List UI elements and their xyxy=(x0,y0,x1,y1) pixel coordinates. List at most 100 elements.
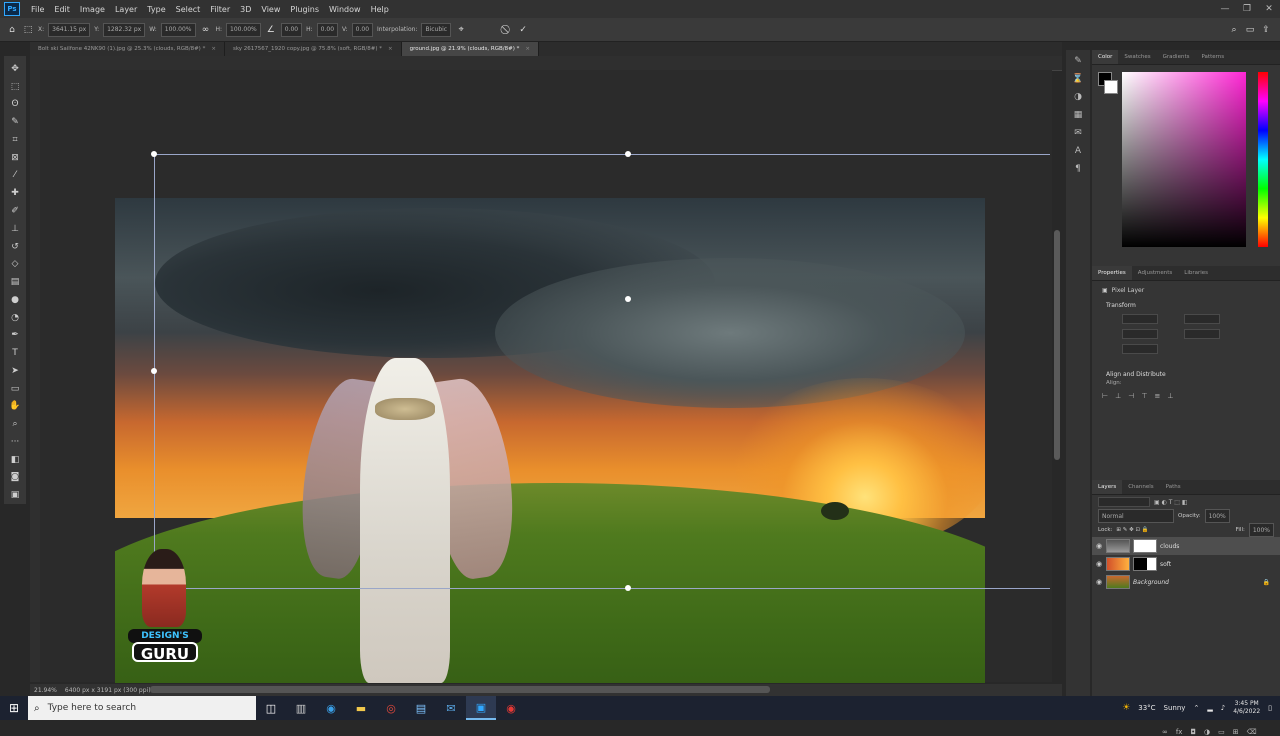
edge-icon[interactable]: ◉ xyxy=(316,696,346,720)
tab-layers[interactable]: Layers xyxy=(1092,480,1123,494)
hand-tool-icon[interactable]: ✋ xyxy=(8,400,22,414)
zoom-level[interactable]: 21.94% xyxy=(34,687,57,694)
quick-mask-icon[interactable]: ◙ xyxy=(8,471,22,485)
notifications-icon[interactable]: ▯ xyxy=(1268,704,1272,712)
stamp-tool-icon[interactable]: ⊥ xyxy=(8,222,22,236)
visibility-eye-icon[interactable]: ◉ xyxy=(1092,578,1106,586)
blur-tool-icon[interactable]: ● xyxy=(8,293,22,307)
volume-icon[interactable]: ♪ xyxy=(1221,704,1225,712)
transform-x-field[interactable] xyxy=(1122,329,1158,339)
menu-view[interactable]: View xyxy=(256,5,285,14)
close-tab-icon[interactable]: × xyxy=(211,46,216,52)
vertical-scrollbar[interactable] xyxy=(1054,230,1060,460)
lasso-tool-icon[interactable]: ʘ xyxy=(8,98,22,112)
tab-properties[interactable]: Properties xyxy=(1092,266,1132,280)
delete-layer-icon[interactable]: ⌫ xyxy=(1247,728,1257,736)
filter-icons[interactable]: ▣ ◐ T ⬚ ◧ xyxy=(1154,499,1188,506)
group-icon[interactable]: ▭ xyxy=(1218,728,1225,736)
layer-row-soft[interactable]: ◉ soft xyxy=(1092,555,1280,573)
align-right-icon[interactable]: ⊣ xyxy=(1128,392,1134,400)
warp-icon[interactable]: ⌖ xyxy=(455,24,467,36)
layer-mask-thumbnail[interactable] xyxy=(1133,557,1157,571)
align-left-icon[interactable]: ⊢ xyxy=(1102,392,1108,400)
share-icon[interactable]: ⇪ xyxy=(1260,24,1272,36)
transform-section-header[interactable]: Transform xyxy=(1092,299,1280,311)
transform-handle-top-center[interactable] xyxy=(625,151,631,157)
blend-mode-select[interactable]: Normal xyxy=(1098,509,1174,523)
crop-tool-icon[interactable]: ⌗ xyxy=(8,133,22,147)
search-icon[interactable]: ⌕ xyxy=(1228,24,1240,36)
color-picker-field[interactable] xyxy=(1122,72,1246,247)
width-field[interactable]: 100.00% xyxy=(160,22,196,37)
dodge-tool-icon[interactable]: ◔ xyxy=(8,311,22,325)
menu-layer[interactable]: Layer xyxy=(110,5,142,14)
tab-libraries[interactable]: Libraries xyxy=(1178,266,1214,280)
tab-document-2[interactable]: sky 2617567_1920 copy.jpg @ 75.8% (soft,… xyxy=(224,42,402,56)
more-tools-icon[interactable]: ··· xyxy=(8,435,22,449)
menu-edit[interactable]: Edit xyxy=(49,5,75,14)
path-select-tool-icon[interactable]: ➤ xyxy=(8,364,22,378)
opacity-field[interactable]: 100% xyxy=(1204,509,1230,523)
height-field[interactable]: 100.00% xyxy=(226,22,261,37)
document-info[interactable]: 6400 px x 3191 px (300 ppi) xyxy=(65,687,151,694)
zoom-tool-icon[interactable]: ⌕ xyxy=(8,417,22,431)
menu-image[interactable]: Image xyxy=(75,5,110,14)
color-swatches-icon[interactable]: ◧ xyxy=(8,453,22,467)
history-icon[interactable]: ⌛ xyxy=(1071,72,1085,86)
minimize-button[interactable]: — xyxy=(1214,4,1236,14)
close-tab-icon[interactable]: × xyxy=(388,46,393,52)
move-tool-icon[interactable]: ✥ xyxy=(8,62,22,76)
cancel-transform-icon[interactable]: ⃠ xyxy=(501,24,513,36)
hue-slider[interactable] xyxy=(1258,72,1268,247)
network-icon[interactable]: ▂ xyxy=(1207,704,1212,712)
weather-temp[interactable]: 33°C xyxy=(1138,704,1155,712)
visibility-eye-icon[interactable]: ◉ xyxy=(1092,542,1106,550)
vskew-field[interactable]: 0.00 xyxy=(351,22,374,37)
align-bottom-icon[interactable]: ⊥ xyxy=(1167,392,1173,400)
new-layer-icon[interactable]: ⊞ xyxy=(1233,728,1239,736)
comments-icon[interactable]: ✉ xyxy=(1071,126,1085,140)
y-field[interactable]: 1282.32 px xyxy=(103,22,146,37)
close-tab-icon[interactable]: × xyxy=(525,46,530,52)
workspace-icon[interactable]: ▭ xyxy=(1244,24,1256,36)
fill-field[interactable]: 100% xyxy=(1248,523,1274,537)
hskew-field[interactable]: 0.00 xyxy=(316,22,339,37)
close-button[interactable]: ✕ xyxy=(1258,4,1280,14)
link-icon[interactable]: ∞ xyxy=(200,24,212,36)
tray-chevron-icon[interactable]: ⌃ xyxy=(1193,704,1199,712)
maximize-button[interactable]: ❐ xyxy=(1236,4,1258,14)
menu-select[interactable]: Select xyxy=(171,5,206,14)
layer-mask-thumbnail[interactable] xyxy=(1133,539,1157,553)
menu-plugins[interactable]: Plugins xyxy=(285,5,324,14)
type-tool-icon[interactable]: T xyxy=(8,346,22,360)
tab-paths[interactable]: Paths xyxy=(1160,480,1187,494)
shape-tool-icon[interactable]: ▭ xyxy=(8,382,22,396)
layer-row-background[interactable]: ◉ Background 🔒 xyxy=(1092,573,1280,591)
quick-select-tool-icon[interactable]: ✎ xyxy=(8,115,22,129)
horizontal-ruler[interactable] xyxy=(30,56,1062,71)
eyedropper-tool-icon[interactable]: ⁄ xyxy=(8,169,22,183)
layer-kind-filter[interactable] xyxy=(1098,497,1150,507)
angle-field[interactable]: 0.00 xyxy=(280,22,303,37)
tab-color[interactable]: Color xyxy=(1092,50,1119,64)
store-icon[interactable]: ▤ xyxy=(406,696,436,720)
adjustments-icon[interactable]: ◑ xyxy=(1071,90,1085,104)
menu-help[interactable]: Help xyxy=(366,5,394,14)
recorder-icon[interactable]: ◉ xyxy=(496,696,526,720)
styles-icon[interactable]: ▦ xyxy=(1071,108,1085,122)
transform-handle-middle-left[interactable] xyxy=(151,368,157,374)
fx-icon[interactable]: fx xyxy=(1176,728,1183,736)
align-middle-icon[interactable]: ≡ xyxy=(1154,392,1160,400)
align-top-icon[interactable]: ⊤ xyxy=(1141,392,1147,400)
add-mask-icon[interactable]: ◘ xyxy=(1190,728,1196,736)
task-view-icon[interactable]: ◫ xyxy=(256,696,286,720)
tab-patterns[interactable]: Patterns xyxy=(1195,50,1230,64)
menu-3d[interactable]: 3D xyxy=(235,5,256,14)
brush-settings-icon[interactable]: ✎ xyxy=(1071,54,1085,68)
gradient-tool-icon[interactable]: ▤ xyxy=(8,275,22,289)
menu-filter[interactable]: Filter xyxy=(205,5,235,14)
lock-icons[interactable]: ⊞ ✎ ✥ ⊡ 🔒 xyxy=(1116,527,1148,533)
transform-bottom-edge[interactable] xyxy=(154,588,1050,589)
marquee-tool-icon[interactable]: ⬚ xyxy=(8,80,22,94)
character-icon[interactable]: A xyxy=(1071,144,1085,158)
